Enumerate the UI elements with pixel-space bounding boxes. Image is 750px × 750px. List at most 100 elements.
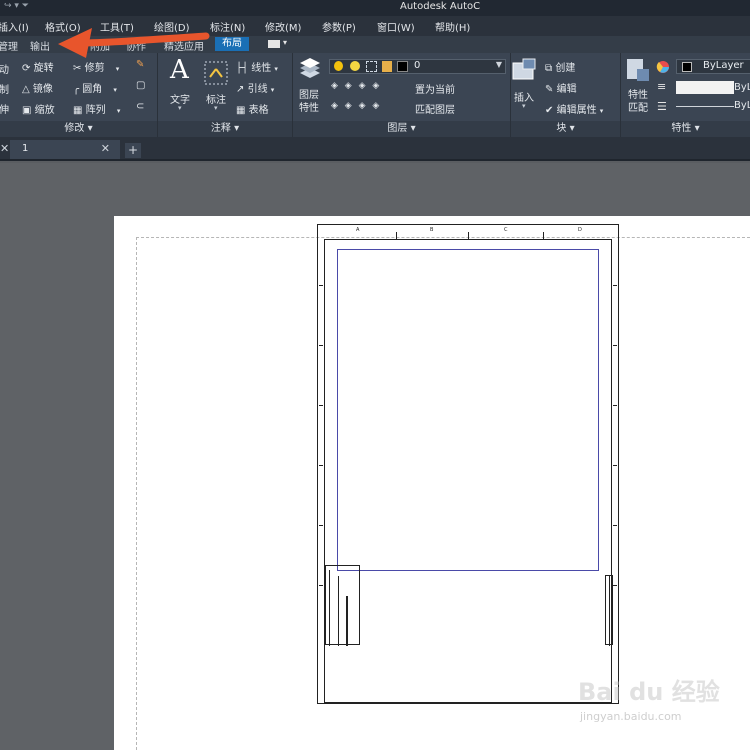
chevron-down-icon: ▾	[274, 65, 278, 73]
new-tab-button[interactable]: +	[125, 143, 141, 158]
title-block-table	[325, 565, 360, 646]
grid-tick	[613, 345, 617, 346]
panel-block-footer[interactable]: 块 ▾	[511, 121, 620, 137]
chevron-down-icon: ▾	[178, 104, 182, 112]
layer-tools-row-1[interactable]: ◈ ◈ ◈ ◈	[331, 81, 381, 91]
menu-window[interactable]: 窗口(W)	[377, 19, 415, 34]
grid-tick	[319, 585, 323, 586]
grid-tick	[396, 232, 397, 239]
document-tab[interactable]: 1 ✕	[10, 140, 120, 159]
grid-tick	[613, 585, 617, 586]
fillet-label: 圆角	[82, 84, 103, 95]
table-divider	[346, 596, 348, 646]
document-tab-bar: ✕ 1 ✕ +	[0, 137, 750, 161]
copy-label[interactable]: 制	[0, 81, 9, 96]
grid-tick	[319, 405, 323, 406]
grid-label-b: B	[430, 227, 434, 233]
linear-label: 线性	[251, 63, 272, 74]
document-tab-name: 1	[22, 143, 29, 154]
sun-icon	[350, 61, 360, 71]
edit-attributes-button[interactable]: ✔ 编辑属性 ▾	[545, 101, 603, 116]
menu-insert[interactable]: 插入(I)	[0, 19, 29, 34]
table-divider	[338, 576, 339, 646]
create-block-icon: ⧉	[545, 63, 553, 74]
make-current-button[interactable]: 置为当前	[415, 81, 455, 96]
bulb-icon	[334, 61, 343, 71]
linear-dimension-icon: ├┤	[236, 63, 249, 74]
layout-viewport[interactable]	[337, 249, 599, 571]
close-icon[interactable]: ✕	[101, 142, 110, 155]
edit-block-button[interactable]: ✎ 编辑	[545, 80, 577, 95]
explode-icon[interactable]: ▢	[136, 80, 145, 91]
lineweight-dropdown[interactable]	[676, 81, 734, 94]
rotate-button[interactable]: ⟳ 旋转	[22, 59, 54, 74]
mirror-icon: △	[22, 84, 30, 95]
mirror-button[interactable]: △ 镜像	[22, 80, 53, 95]
color-value: ByLayer	[703, 60, 744, 71]
window-title: Autodesk AutoC	[400, 1, 481, 12]
layer-dropdown[interactable]: 0 ▼	[329, 59, 506, 74]
match-layer-button[interactable]: 匹配图层	[415, 101, 455, 116]
lineweight-icon[interactable]: ≡	[657, 80, 666, 93]
ribbon-display-toggle[interactable]: ▾	[268, 38, 290, 49]
linetype-dropdown[interactable]	[676, 106, 734, 107]
edit-label: 编辑	[556, 84, 577, 95]
create-block-button[interactable]: ⧉ 创建	[545, 59, 575, 74]
watermark-logo: Bai du 经验 jingyan.baidu.com	[578, 672, 746, 738]
array-button[interactable]: ▦ 阵列 ▾	[73, 101, 120, 116]
match-properties-button[interactable]: 特性 匹配	[628, 89, 648, 115]
mirror-label: 镜像	[32, 84, 53, 95]
offset-icon[interactable]: ⊂	[136, 101, 144, 112]
grid-label-d: D	[578, 227, 582, 233]
table-label: 表格	[248, 105, 269, 116]
chevron-down-icon: ▾	[283, 38, 288, 47]
title-bar: ↪ ▾ ⏷ Autodesk AutoC	[0, 0, 750, 16]
menu-modify[interactable]: 修改(M)	[265, 19, 301, 34]
layer-properties-button[interactable]: 图层 特性	[299, 89, 319, 115]
panel-layers-footer[interactable]: 图层 ▾	[293, 121, 510, 137]
linetype-icon[interactable]: ☰	[657, 100, 667, 113]
layer-tools-row-2[interactable]: ◈ ◈ ◈ ◈	[331, 101, 381, 111]
title-block-side-strip	[605, 575, 613, 646]
menu-parametric[interactable]: 参数(P)	[322, 19, 356, 34]
panel-block: 插入 ▾ ⧉ 创建 ✎ 编辑 ✔ 编辑属性 ▾ 块 ▾	[511, 53, 621, 137]
array-icon: ▦	[73, 105, 83, 116]
fillet-button[interactable]: ╭ 圆角 ▾	[73, 80, 117, 95]
chevron-down-icon: ▾	[270, 86, 275, 94]
scale-button[interactable]: ▣ 缩放	[22, 101, 55, 116]
table-divider	[609, 576, 610, 646]
grid-tick	[319, 345, 323, 346]
grid-tick	[543, 232, 544, 239]
panel-properties-footer[interactable]: 特性 ▾	[621, 121, 750, 137]
close-icon[interactable]: ✕	[0, 142, 9, 155]
chevron-down-icon: ▾	[113, 86, 117, 94]
linear-button[interactable]: ├┤ 线性 ▾	[236, 59, 278, 74]
panel-modify-footer[interactable]: 修改 ▾	[0, 121, 157, 137]
table-button[interactable]: ▦ 表格	[236, 101, 269, 116]
drawing-canvas[interactable]: A B C D	[0, 163, 750, 750]
panel-annotation-footer[interactable]: 注释 ▾	[158, 121, 292, 137]
grid-tick	[468, 232, 469, 239]
move-label[interactable]: 动	[0, 61, 9, 76]
panel-layers: 图层 特性 0 ▼ ◈ ◈ ◈ ◈ ◈ ◈ ◈ ◈ 置为当前 匹配图层 图层 ▾	[293, 53, 511, 137]
grid-tick	[613, 285, 617, 286]
menu-help[interactable]: 帮助(H)	[435, 19, 470, 34]
edit-block-icon: ✎	[545, 84, 554, 95]
stretch-label[interactable]: 伸	[0, 101, 9, 116]
leader-icon: ↗	[236, 84, 245, 95]
color-wheel-icon[interactable]	[656, 60, 670, 74]
quick-access-toolbar[interactable]: ↪ ▾ ⏷	[4, 1, 29, 11]
grid-tick	[319, 465, 323, 466]
viewport-freeze-icon	[366, 61, 377, 72]
edit-attributes-icon: ✔	[545, 105, 554, 116]
color-dropdown[interactable]: ByLayer	[676, 59, 750, 74]
leader-button[interactable]: ↗ 引线 ▾	[236, 80, 274, 95]
tab-layout[interactable]: 布局	[215, 37, 249, 51]
current-layer-value: 0	[414, 60, 421, 71]
match-properties-icon	[627, 59, 649, 81]
tab-output[interactable]: 输出	[30, 38, 50, 53]
table-divider	[329, 570, 330, 646]
linetype-value: ByL	[734, 100, 750, 111]
tab-manage[interactable]: 管理	[0, 38, 18, 53]
watermark-site: jingyan.baidu.com	[580, 710, 682, 723]
